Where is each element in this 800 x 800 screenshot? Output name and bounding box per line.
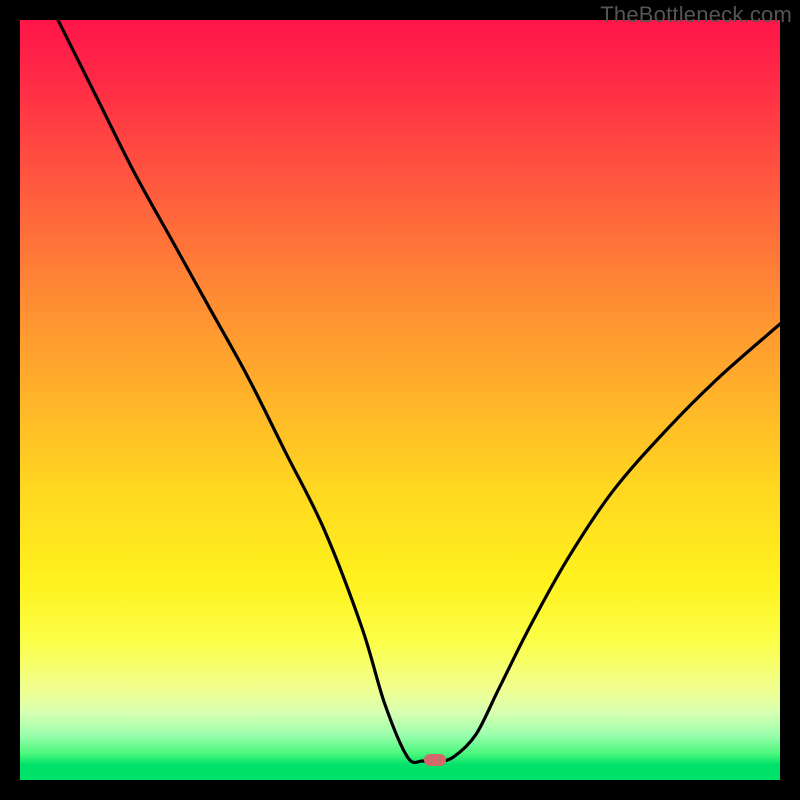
plot-area [20, 20, 780, 780]
optimum-marker [424, 754, 446, 766]
watermark-text: TheBottleneck.com [600, 2, 792, 28]
chart-frame: TheBottleneck.com [0, 0, 800, 800]
bottleneck-curve [20, 20, 780, 780]
